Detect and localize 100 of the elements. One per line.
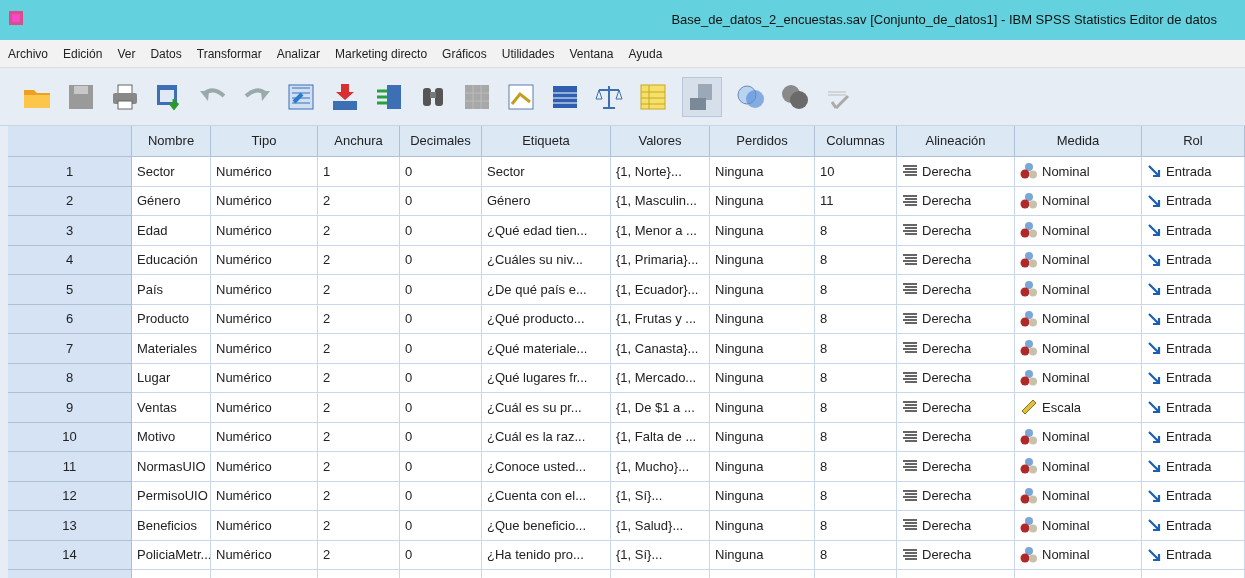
- row-header[interactable]: 6: [8, 304, 132, 334]
- table-cell: ¿Qué materiale...: [482, 334, 611, 364]
- menu-item[interactable]: Edición: [63, 44, 103, 63]
- nominal-icon: [1020, 427, 1038, 446]
- nominal-icon: [1020, 309, 1038, 328]
- chart-icon[interactable]: [506, 81, 536, 112]
- table-cell: Numérico: [211, 275, 318, 305]
- arrow-icon: [1147, 341, 1161, 356]
- table-cell: {1, Frutas y ...: [611, 304, 710, 334]
- measure-text: Nominal: [1042, 221, 1090, 240]
- row-header[interactable]: 5: [8, 275, 132, 305]
- nominal-icon: [1020, 191, 1038, 210]
- column-header[interactable]: Nombre: [132, 126, 211, 157]
- align-right-icon: [902, 518, 918, 533]
- column-header[interactable]: Valores: [611, 126, 710, 157]
- row-header[interactable]: 14: [8, 540, 132, 570]
- arrow-icon: [1147, 547, 1161, 562]
- role-text: Entrada: [1166, 428, 1212, 446]
- column-header[interactable]: Rol: [1142, 126, 1245, 157]
- row-header[interactable]: 9: [8, 393, 132, 423]
- table-cell: 2: [318, 275, 400, 305]
- align-right-icon: [902, 429, 918, 444]
- table-cell: 10: [815, 157, 897, 187]
- measure-text: Nominal: [1042, 369, 1090, 387]
- arrow-icon: [1147, 311, 1161, 326]
- menu-item[interactable]: Transformar: [196, 44, 262, 63]
- menu-item[interactable]: Utilidades: [501, 44, 555, 63]
- column-header[interactable]: Tipo: [211, 126, 318, 157]
- spreadsheet-icon[interactable]: [638, 81, 668, 112]
- table-cell: ¿Cuenta con el...: [482, 481, 611, 511]
- row-header[interactable]: 4: [8, 245, 132, 275]
- role-text: Entrada: [1166, 251, 1212, 269]
- table-cell: Producto: [132, 304, 211, 334]
- table-cell: Lugar: [132, 363, 211, 393]
- menu-item[interactable]: Ayuda: [628, 44, 663, 63]
- menu-item[interactable]: Ver: [117, 44, 136, 63]
- measure-text: Nominal: [1042, 192, 1090, 210]
- table-cell: ¿Conoce usted...: [482, 452, 611, 482]
- table-cell: 0: [400, 304, 482, 334]
- table-cell: {1, Mucho}...: [611, 452, 710, 482]
- table-cell: Numérico: [211, 393, 318, 423]
- row-header[interactable]: 13: [8, 511, 132, 541]
- row-header[interactable]: 1: [8, 157, 132, 187]
- go-to-case-icon[interactable]: [286, 81, 316, 112]
- table-cell: 8: [815, 540, 897, 570]
- align-right-icon: [902, 488, 918, 503]
- table-cell: NormasUIO: [132, 452, 211, 482]
- arrow-icon: [1147, 193, 1161, 208]
- table-cell: {1, Primaria}...: [611, 245, 710, 275]
- nominal-icon: [1020, 280, 1038, 299]
- menu-item[interactable]: Datos: [150, 44, 182, 63]
- role-text: Entrada: [1166, 487, 1212, 505]
- measure-text: Nominal: [1042, 428, 1090, 446]
- column-header[interactable]: Medida: [1015, 126, 1142, 157]
- column-header[interactable]: Etiqueta: [482, 126, 611, 157]
- alignment-text: Derecha: [922, 280, 972, 299]
- align-right-icon: [902, 282, 918, 297]
- go-to-variable-icon[interactable]: [330, 81, 360, 112]
- menu-item[interactable]: Marketing directo: [335, 44, 428, 63]
- table-cell: Numérico: [211, 511, 318, 541]
- nominal-icon: [1020, 486, 1038, 505]
- menu-item[interactable]: Ventana: [569, 44, 614, 63]
- table-cell: 0: [400, 157, 482, 187]
- table-cell: 0: [400, 393, 482, 423]
- table-cell: 2: [318, 452, 400, 482]
- arrow-icon: [1147, 429, 1161, 444]
- row-header[interactable]: 12: [8, 481, 132, 511]
- table-cell: Género: [482, 186, 611, 216]
- table-cell: ¿Qué edad tien...: [482, 216, 611, 246]
- align-right-icon: [902, 547, 918, 562]
- row-header[interactable]: 2: [8, 186, 132, 216]
- table-cell: {1, Falta de ...: [611, 422, 710, 452]
- table-cell: 0: [400, 186, 482, 216]
- table-cell: {1, De $1 a ...: [611, 393, 710, 423]
- table-cell: 0: [400, 334, 482, 364]
- column-header[interactable]: Anchura: [318, 126, 400, 157]
- table-cell: 8: [815, 363, 897, 393]
- row-header[interactable]: 8: [8, 363, 132, 393]
- table-cell: Edad: [132, 216, 211, 246]
- row-header[interactable]: 7: [8, 334, 132, 364]
- column-header[interactable]: Columnas: [815, 126, 897, 157]
- menu-item[interactable]: Gráficos: [442, 44, 487, 63]
- column-header[interactable]: Alineación: [897, 126, 1015, 157]
- row-header[interactable]: 3: [8, 216, 132, 246]
- alignment-text: Derecha: [922, 369, 972, 387]
- row-header[interactable]: 11: [8, 452, 132, 482]
- table-cell: Beneficios: [132, 511, 211, 541]
- table-cell: Numérico: [211, 186, 318, 216]
- table-cell: Ninguna: [710, 334, 815, 364]
- table-cell: Ninguna: [710, 422, 815, 452]
- menu-item[interactable]: Archivo: [8, 44, 48, 63]
- alignment-text: Derecha: [922, 516, 972, 535]
- menu-item[interactable]: Analizar: [276, 44, 320, 63]
- table-cell: 0: [400, 216, 482, 246]
- printer-icon[interactable]: [110, 81, 140, 112]
- row-header[interactable]: 10: [8, 422, 132, 452]
- column-header[interactable]: Perdidos: [710, 126, 815, 157]
- table-cell: PermisoUIO: [132, 481, 211, 511]
- column-header[interactable]: Decimales: [400, 126, 482, 157]
- table-cell: Numérico: [211, 245, 318, 275]
